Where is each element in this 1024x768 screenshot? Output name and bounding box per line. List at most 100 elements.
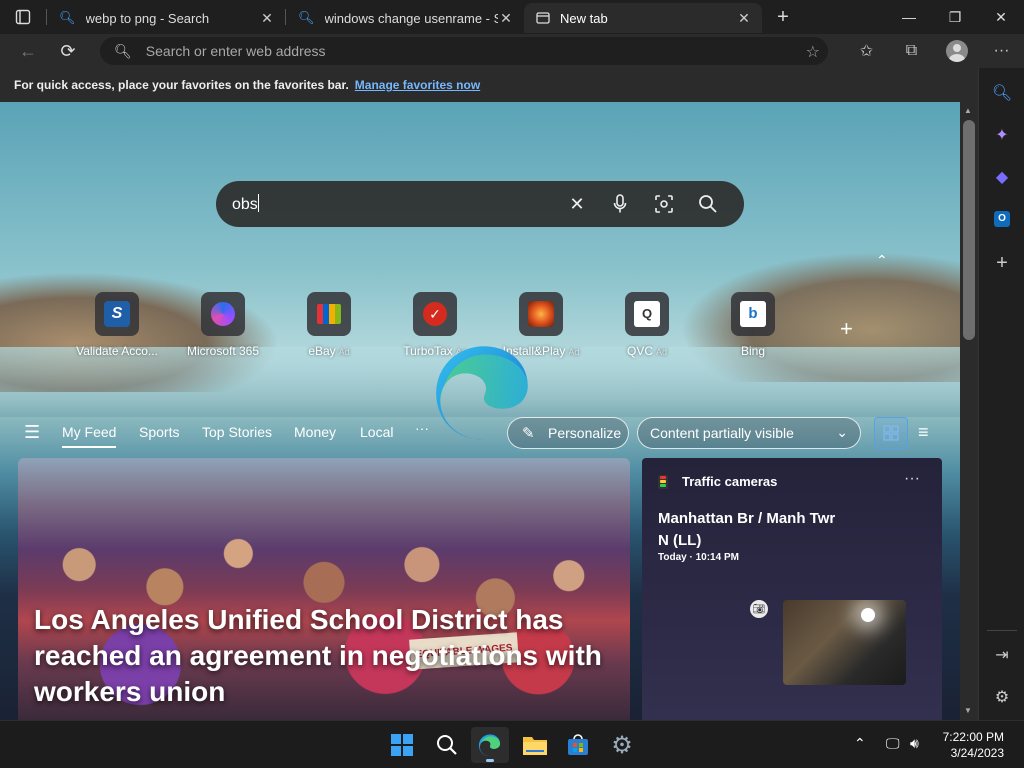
plus-icon: + bbox=[996, 251, 1008, 274]
quick-link-microsoft-365[interactable]: Microsoft 365 bbox=[170, 292, 276, 358]
close-window-button[interactable]: ✕ bbox=[978, 0, 1024, 34]
close-tab-icon[interactable]: ✕ bbox=[498, 10, 514, 27]
more-options-icon[interactable]: ··· bbox=[904, 470, 920, 488]
minimize-icon: — bbox=[902, 9, 916, 25]
traffic-card-title: Traffic cameras bbox=[682, 474, 778, 489]
close-tab-icon[interactable]: ✕ bbox=[259, 10, 275, 27]
tab-title: webp to png - Search bbox=[85, 10, 210, 26]
search-icon: 🔍︎ bbox=[991, 85, 1013, 102]
menu-icon[interactable]: ☰ bbox=[24, 422, 40, 443]
taskbar-settings-button[interactable]: ⚙ bbox=[603, 727, 641, 763]
content-visibility-dropdown[interactable]: Content partially visible ⌄ bbox=[637, 417, 861, 449]
sidebar-settings-button[interactable]: ⚙ bbox=[979, 682, 1024, 712]
taskbar-edge-button[interactable] bbox=[471, 727, 509, 763]
tab-windows-change-username[interactable]: 🔍︎ windows change usenrame - Sea ✕ bbox=[286, 3, 524, 33]
search-icon: 🔍︎ bbox=[59, 10, 76, 25]
personalize-icon: ✎ bbox=[522, 425, 535, 442]
sidebar-outlook-button[interactable]: O bbox=[979, 204, 1024, 234]
tab-webp-search[interactable]: 🔍︎ webp to png - Search ✕ bbox=[47, 3, 285, 33]
chevron-down-icon: ⌄ bbox=[836, 424, 848, 440]
quick-link-ebay[interactable]: eBay Ad bbox=[276, 292, 382, 358]
chevron-up-icon[interactable]: ⌃ bbox=[876, 252, 888, 269]
settings-more-button[interactable]: ··· bbox=[979, 34, 1024, 68]
tab-actions-button[interactable] bbox=[0, 0, 46, 34]
news-headline[interactable]: Los Angeles Unified School District has … bbox=[34, 602, 614, 710]
outlook-icon: O bbox=[994, 211, 1010, 227]
sidebar-search-button[interactable]: 🔍︎ bbox=[979, 78, 1024, 108]
grid-layout-button[interactable] bbox=[874, 417, 908, 449]
traffic-cameras-card[interactable]: Traffic cameras ··· Manhattan Br / Manh … bbox=[642, 458, 942, 720]
add-favorite-icon[interactable]: ☆ bbox=[806, 42, 820, 62]
quick-link-qvc[interactable]: Q QVC Ad bbox=[594, 292, 700, 358]
taskbar-search-button[interactable] bbox=[428, 727, 466, 763]
favorites-button[interactable]: ✩ bbox=[844, 34, 889, 68]
profile-button[interactable] bbox=[934, 34, 979, 68]
collections-button[interactable]: ⧉ bbox=[889, 34, 934, 68]
traffic-location: Manhattan Br / Manh Twr N (LL) bbox=[658, 510, 836, 549]
tab-new-tab[interactable]: New tab ✕ bbox=[524, 3, 762, 33]
feed-tab-my-feed[interactable]: My Feed bbox=[62, 424, 117, 448]
refresh-button[interactable]: ⟳ bbox=[48, 34, 88, 68]
scrollbar-thumb[interactable] bbox=[963, 120, 975, 340]
web-search-box[interactable]: obs ✕ bbox=[216, 181, 744, 227]
personalize-button[interactable]: ✎ Personalize bbox=[507, 417, 629, 449]
address-bar[interactable]: 🔍︎ Search or enter web address ☆ bbox=[100, 37, 828, 65]
network-icon[interactable]: 🖵︎ bbox=[886, 735, 900, 752]
list-layout-icon[interactable]: ≡ bbox=[918, 422, 929, 443]
start-button[interactable] bbox=[383, 727, 421, 763]
visual-search-icon[interactable] bbox=[651, 191, 677, 217]
refresh-icon: ⟳ bbox=[60, 40, 76, 61]
chevron-up-icon[interactable]: ⌃ bbox=[854, 735, 866, 752]
quick-link-label: Microsoft 365 bbox=[186, 344, 260, 358]
search-input[interactable]: obs bbox=[232, 194, 259, 214]
camera-icon[interactable]: 📷︎ bbox=[750, 600, 768, 618]
quick-link-bing[interactable]: b Bing bbox=[700, 292, 806, 358]
quick-link-validate-account[interactable]: S Validate Acco... bbox=[64, 292, 170, 358]
quick-link-icon bbox=[201, 292, 245, 336]
edge-sidebar: 🔍︎ ✦ ◆ O + ⇥ ⚙ bbox=[978, 68, 1024, 720]
quick-link-icon bbox=[307, 292, 351, 336]
restore-button[interactable]: ❐ bbox=[932, 0, 978, 34]
microsoft365-icon: ◆ bbox=[995, 169, 1009, 186]
traffic-card-header: Traffic cameras bbox=[658, 474, 777, 489]
feed-tab-local[interactable]: Local bbox=[360, 424, 393, 440]
add-quick-link-icon[interactable]: + bbox=[840, 316, 853, 342]
clear-search-icon[interactable]: ✕ bbox=[564, 191, 590, 217]
taskbar-clock[interactable]: 7:22:00 PM 3/24/2023 bbox=[943, 729, 1004, 761]
address-toolbar: ← ⟳ 🔍︎ Search or enter web address ☆ ✩ ⧉… bbox=[0, 34, 1024, 68]
feed-tab-money[interactable]: Money bbox=[294, 424, 336, 440]
search-submit-icon[interactable] bbox=[695, 191, 721, 217]
feed-tab-top-stories[interactable]: Top Stories bbox=[202, 424, 272, 440]
sidebar-m365-button[interactable]: ◆ bbox=[979, 162, 1024, 192]
new-tab-button[interactable]: + bbox=[766, 2, 800, 32]
hero-news-card[interactable]: EQUITABLE WAGES Los Angeles Unified Scho… bbox=[18, 458, 630, 720]
sidebar-add-button[interactable]: + bbox=[979, 248, 1024, 278]
taskbar-file-explorer-button[interactable] bbox=[516, 727, 554, 763]
traffic-timestamp: Today · 10:14 PM bbox=[658, 552, 739, 563]
taskbar-store-button[interactable] bbox=[559, 727, 597, 763]
gear-icon: ⚙ bbox=[611, 731, 633, 759]
close-tab-icon[interactable]: ✕ bbox=[736, 10, 752, 27]
quick-link-label: Bing bbox=[740, 344, 766, 358]
collections-icon: ⧉ bbox=[905, 42, 918, 59]
scroll-up-icon[interactable]: ▲ bbox=[964, 106, 972, 115]
minimize-button[interactable]: — bbox=[886, 0, 932, 34]
page-scrollbar[interactable]: ▲ ▼ bbox=[960, 102, 978, 720]
scroll-down-icon[interactable]: ▼ bbox=[964, 706, 972, 715]
feed-tab-sports[interactable]: Sports bbox=[139, 424, 179, 440]
camera-image[interactable] bbox=[783, 600, 906, 685]
microphone-icon[interactable] bbox=[607, 191, 633, 217]
quick-link-icon: S bbox=[95, 292, 139, 336]
manage-favorites-link[interactable]: Manage favorites now bbox=[355, 78, 480, 92]
tab-title: New tab bbox=[560, 10, 608, 26]
quick-link-label: QVC Ad bbox=[626, 344, 668, 358]
tab-bar: 🔍︎ webp to png - Search ✕ 🔍︎ windows cha… bbox=[0, 0, 1024, 34]
volume-icon[interactable]: 🔊︎ bbox=[910, 735, 919, 752]
feed-more-icon[interactable]: ··· bbox=[415, 420, 429, 436]
address-placeholder: Search or enter web address bbox=[145, 43, 326, 59]
quick-link-label: Validate Acco... bbox=[76, 344, 158, 358]
sidebar-copilot-button[interactable]: ✦ bbox=[979, 120, 1024, 150]
back-button[interactable]: ← bbox=[8, 34, 48, 68]
sidebar-hide-button[interactable]: ⇥ bbox=[979, 640, 1024, 670]
favorites-icon: ✩ bbox=[859, 43, 874, 60]
